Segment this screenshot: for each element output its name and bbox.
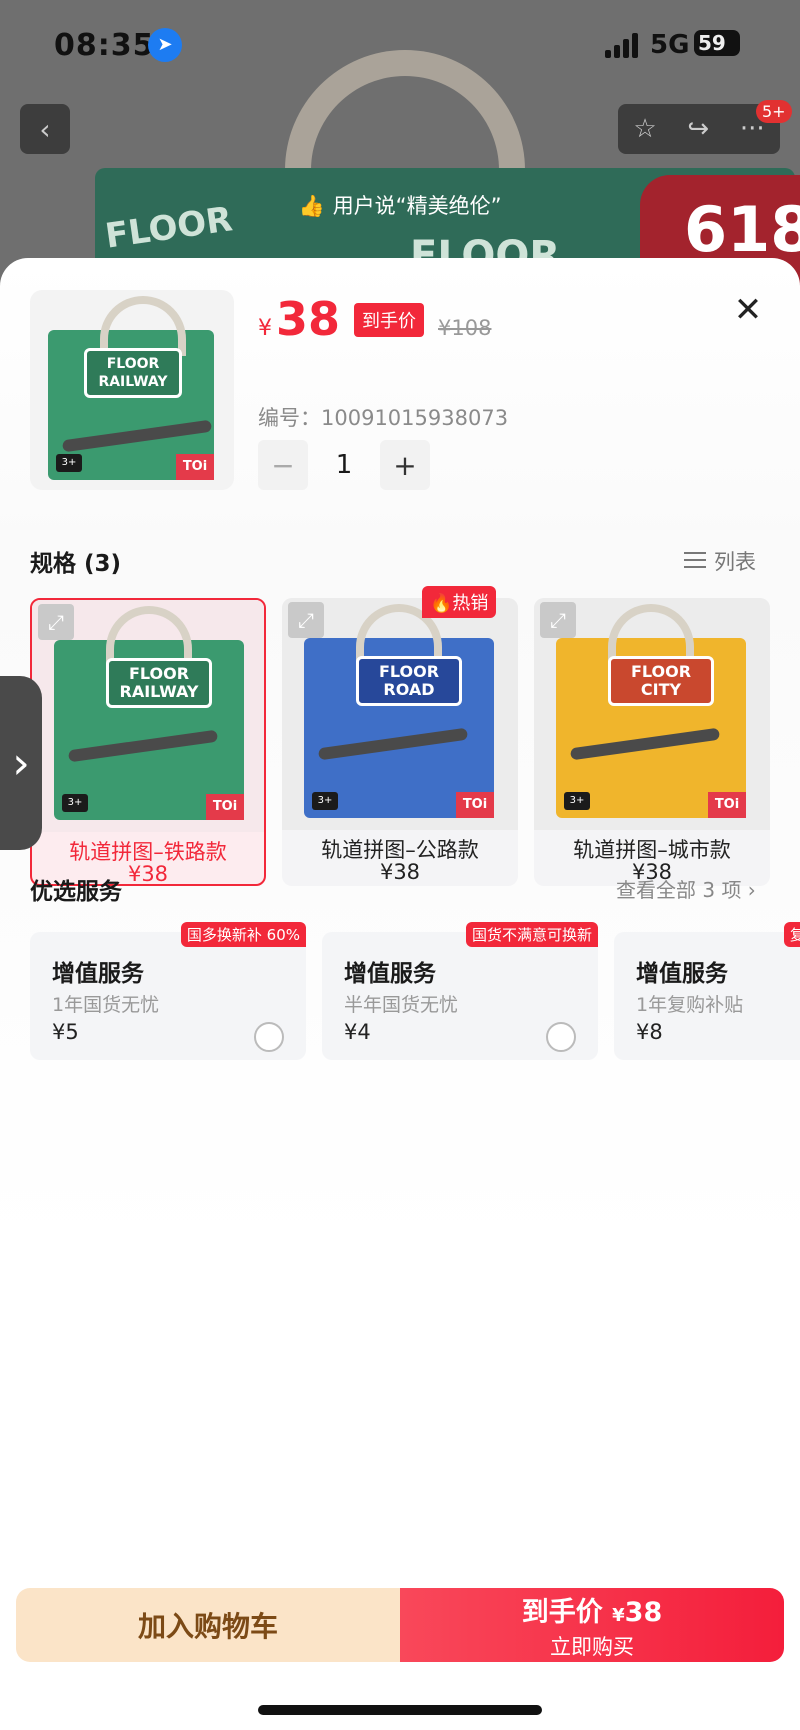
signal-bars-icon: [605, 32, 641, 58]
expand-icon[interactable]: ⤢: [38, 604, 74, 640]
close-icon[interactable]: ✕: [728, 290, 768, 330]
product-box-label: FLOOR RAILWAY: [84, 348, 182, 398]
expand-icon[interactable]: ⤢: [288, 602, 324, 638]
hot-sale-badge: 🔥热销: [422, 586, 497, 618]
notification-badge: 5+: [756, 100, 792, 123]
service-tag: 国多换新补 60%: [180, 922, 306, 947]
service-name: 增值服务: [52, 961, 144, 987]
buy-now-button[interactable]: 到手价 ¥38 立即购买: [400, 1588, 784, 1662]
status-time: 08:35: [54, 28, 155, 63]
service-card[interactable]: 复 增值服务 1年复购补贴 ¥8: [614, 922, 800, 1060]
final-price-tag: 到手价: [354, 303, 425, 337]
review-banner: 👍 用户说“精美绝伦”: [0, 190, 800, 220]
service-name: 增值服务: [344, 961, 436, 987]
service-tag: 复: [784, 922, 800, 947]
service-radio[interactable]: [546, 1022, 576, 1052]
status-bar: 08:35 ➤ 5G 59: [0, 0, 800, 90]
service-price: ¥8: [636, 1020, 663, 1044]
current-price: 38: [276, 292, 341, 346]
spec-section-title: 规格 (3): [30, 551, 122, 577]
service-price: ¥4: [344, 1020, 371, 1044]
services-section-title: 优选服务: [30, 879, 122, 905]
sku-selection-sheet: FLOOR RAILWAY 3+ TOi ¥ 38 到手价 ¥108 ✕ 编号：…: [0, 258, 800, 1730]
service-desc: 1年复购补贴: [636, 994, 744, 1016]
service-card[interactable]: 国多换新补 60% 增值服务 1年国货无忧 ¥5: [30, 922, 306, 1060]
location-arrow-icon: ➤: [148, 28, 182, 62]
purchase-action-bar: 加入购物车 到手价 ¥38 立即购买: [16, 1588, 784, 1662]
share-icon[interactable]: ↪: [687, 114, 709, 144]
currency-symbol: ¥: [258, 316, 272, 341]
variant-option-city[interactable]: ⤢ FLOOR CITY 3+ TOi 轨道拼图–城市款 ¥38: [534, 598, 770, 886]
service-name: 增值服务: [636, 961, 728, 987]
service-desc: 半年国货无忧: [344, 994, 459, 1016]
battery-icon: 59: [694, 30, 740, 56]
buy-now-label: 立即购买: [550, 1634, 634, 1659]
star-icon[interactable]: ☆: [633, 114, 656, 144]
variant-option-road[interactable]: ⤢ FLOOR ROAD 3+ TOi 轨道拼图–公路款 ¥38: [282, 598, 518, 886]
side-drawer-handle[interactable]: ›: [0, 676, 42, 850]
product-box-art: FLOOR RAILWAY 3+ TOi: [48, 296, 214, 480]
variant-option-railway[interactable]: ⤢ FLOOR RAILWAY 3+ TOi 轨道拼图–铁路款 ¥38: [30, 598, 266, 886]
service-list: 国多换新补 60% 增值服务 1年国货无忧 ¥5 国货不满意可换新 增值服务 半…: [30, 922, 800, 1072]
back-button[interactable]: ‹: [20, 104, 70, 154]
service-tag: 国货不满意可换新: [465, 922, 598, 947]
variant-image: ⤢ FLOOR ROAD 3+ TOi: [282, 598, 518, 830]
variant-price: ¥38: [379, 860, 421, 884]
variant-image: ⤢ FLOOR RAILWAY 3+ TOi: [32, 600, 264, 832]
box-label: FLOOR ROAD: [356, 656, 462, 706]
box-label: FLOOR CITY: [608, 656, 714, 706]
increase-quantity-button[interactable]: +: [380, 440, 430, 490]
buy-price: 38: [624, 1596, 663, 1628]
original-price: ¥108: [438, 316, 492, 340]
service-desc: 1年国货无忧: [52, 994, 160, 1016]
quantity-value[interactable]: 1: [308, 450, 380, 480]
home-indicator: [258, 1705, 542, 1715]
service-card[interactable]: 国货不满意可换新 增值服务 半年国货无忧 ¥4: [322, 922, 598, 1060]
chevron-right-icon: ›: [12, 737, 30, 789]
service-price: ¥5: [52, 1020, 79, 1044]
buy-price-label: 到手价: [521, 1596, 603, 1628]
price-row: ¥ 38 到手价 ¥108: [258, 292, 491, 346]
decrease-quantity-button[interactable]: −: [258, 440, 308, 490]
box-label: FLOOR RAILWAY: [106, 658, 212, 708]
service-radio[interactable]: [254, 1022, 284, 1052]
quantity-stepper: − 1 +: [258, 440, 430, 490]
add-to-cart-button[interactable]: 加入购物车: [16, 1588, 400, 1662]
review-text: 用户说“精美绝伦”: [332, 194, 502, 218]
view-all-services-link[interactable]: 查看全部 3 项 ›: [616, 874, 756, 903]
variant-image: ⤢ FLOOR CITY 3+ TOi: [534, 598, 770, 830]
expand-icon[interactable]: ⤢: [540, 602, 576, 638]
chevron-left-icon: ‹: [39, 112, 51, 146]
thumbs-up-icon: 👍: [298, 194, 325, 218]
variant-list: ⤢ FLOOR RAILWAY 3+ TOi 轨道拼图–铁路款 ¥38 ⤢ FL…: [30, 598, 770, 888]
list-view-toggle[interactable]: 列表: [684, 546, 756, 576]
network-type: 5G: [650, 30, 690, 60]
product-thumbnail[interactable]: FLOOR RAILWAY 3+ TOi: [30, 290, 234, 490]
list-icon: [684, 550, 706, 572]
sku-number: 编号：10091015938073: [258, 406, 509, 430]
